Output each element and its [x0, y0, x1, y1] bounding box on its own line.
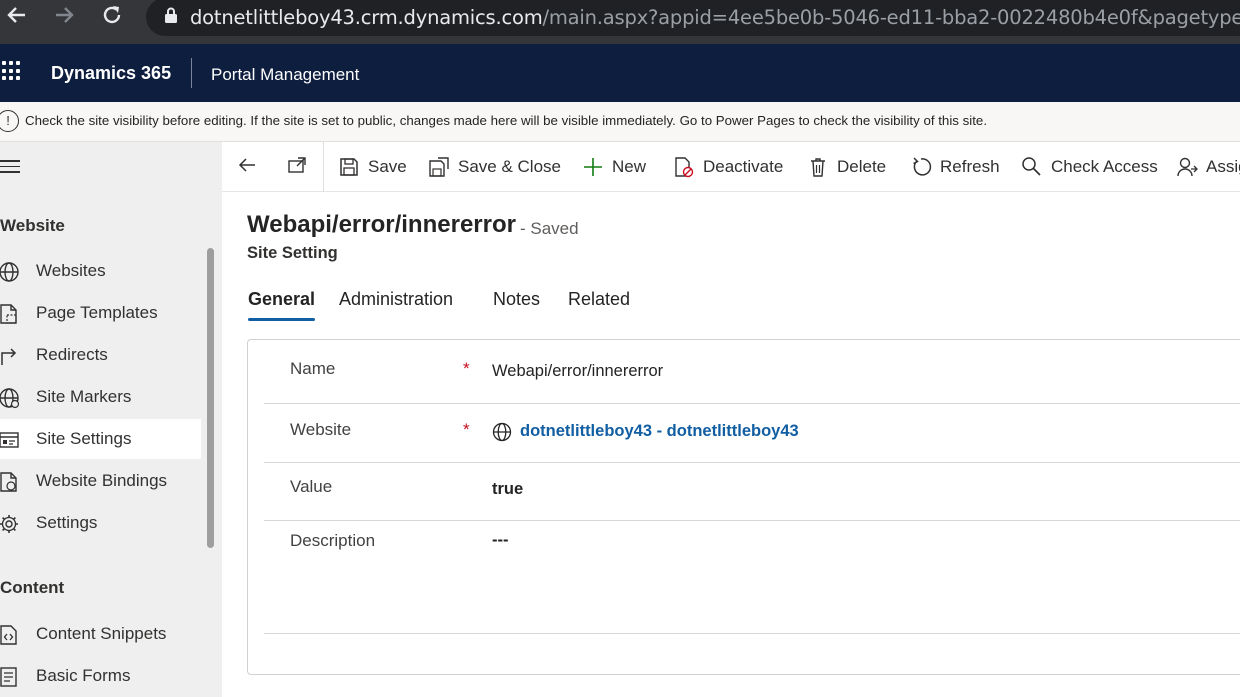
popout-icon	[286, 154, 308, 181]
hamburger-menu-icon[interactable]	[0, 160, 20, 176]
sidebar-item-page-templates[interactable]: Page Templates	[0, 293, 201, 333]
value-label: Value	[290, 477, 333, 496]
globe-icon	[0, 387, 20, 409]
group-title-content: Content	[0, 578, 65, 597]
record-title: Webapi/error/innererror	[247, 211, 516, 238]
save-and-close-button[interactable]: Save & Close	[428, 150, 561, 184]
save-close-icon	[428, 156, 450, 178]
save-status: - Saved	[520, 219, 579, 238]
description-label: Description	[290, 531, 376, 550]
back-arrow-icon	[236, 154, 258, 181]
sidebar-item-site-markers[interactable]: Site Markers	[0, 377, 201, 417]
sidebar-item-label: Websites	[36, 261, 106, 280]
sidebar-item-content-snippets[interactable]: Content Snippets	[0, 614, 201, 654]
gear-icon	[0, 513, 20, 535]
new-button[interactable]: New	[582, 150, 646, 184]
sidebar-item-settings[interactable]: Settings	[0, 503, 201, 543]
back-arrow-icon[interactable]	[2, 0, 32, 30]
refresh-button[interactable]: Refresh	[910, 150, 1000, 184]
value-field[interactable]: true	[492, 480, 523, 499]
deactivate-icon	[673, 156, 695, 178]
sidebar-item-label: Content Snippets	[36, 624, 167, 643]
sidebar-item-label: Site Settings	[36, 429, 132, 448]
lock-icon	[164, 7, 178, 28]
notification-text: Check the site visibility before editing…	[25, 113, 988, 128]
sidebar-item-websites[interactable]: Websites	[0, 251, 201, 291]
form-icon	[0, 666, 20, 688]
name-field[interactable]: Webapi/error/innererror	[492, 362, 663, 381]
sidebar-item-website-bindings[interactable]: Website Bindings	[0, 461, 201, 501]
header-divider	[191, 58, 192, 88]
sidebar-item-label: Page Templates	[36, 303, 158, 322]
magnifier-icon	[1021, 156, 1043, 178]
back-button[interactable]	[236, 150, 258, 184]
check-access-button[interactable]: Check Access	[1021, 150, 1158, 184]
entity-name: Site Setting	[247, 244, 338, 262]
brand-title[interactable]: Dynamics 365	[51, 63, 171, 84]
command-divider	[323, 142, 324, 192]
row-divider	[264, 520, 1240, 521]
assign-button[interactable]: Assig	[1176, 150, 1240, 184]
name-label: Name	[290, 359, 336, 378]
sidebar-item-site-settings[interactable]: Site Settings	[0, 419, 201, 459]
globe-icon	[0, 261, 20, 283]
required-indicator: *	[463, 420, 470, 439]
sidebar-item-redirects[interactable]: Redirects	[0, 335, 201, 375]
browser-toolbar: dotnetlittleboy43.crm.dynamics.com/main.…	[0, 0, 1240, 44]
website-label: Website	[290, 420, 352, 439]
trash-icon	[807, 156, 829, 178]
save-icon	[338, 156, 360, 178]
sidebar-scrollbar[interactable]	[207, 248, 214, 548]
globe-icon	[492, 422, 512, 442]
reload-icon[interactable]	[97, 0, 127, 30]
url-text: dotnetlittleboy43.crm.dynamics.com/main.…	[190, 5, 1240, 29]
sidebar-item-label: Redirects	[36, 345, 108, 364]
delete-button[interactable]: Delete	[807, 150, 886, 184]
plus-icon	[582, 156, 604, 178]
tab-related[interactable]: Related	[568, 289, 630, 310]
sidebar-item-label: Site Markers	[36, 387, 132, 406]
sidebar-item-label: Settings	[36, 513, 98, 532]
group-title-website: Website	[0, 216, 65, 235]
general-section-card	[247, 339, 1240, 675]
tab-general[interactable]: General	[248, 289, 315, 310]
sidebar-item-label: Website Bindings	[36, 471, 168, 490]
refresh-icon	[910, 156, 932, 178]
row-divider	[264, 633, 1240, 634]
tab-administration[interactable]: Administration	[339, 289, 453, 310]
redirect-icon	[0, 345, 20, 367]
site-settings-icon	[0, 429, 20, 451]
sidebar-item-basic-forms[interactable]: Basic Forms	[0, 656, 201, 696]
active-tab-indicator	[248, 318, 315, 321]
app-launcher-icon[interactable]	[2, 61, 22, 81]
deactivate-button[interactable]: Deactivate	[673, 150, 783, 184]
website-lookup-link[interactable]: dotnetlittleboy43 - dotnetlittleboy43	[520, 422, 799, 441]
website-binding-icon	[0, 471, 20, 493]
address-bar[interactable]: dotnetlittleboy43.crm.dynamics.com/main.…	[146, 0, 1240, 36]
row-divider	[264, 403, 1240, 404]
description-field[interactable]: ---	[492, 531, 508, 550]
page-template-icon	[0, 303, 20, 325]
row-divider	[264, 462, 1240, 463]
required-indicator: *	[463, 359, 470, 378]
person-icon	[1176, 156, 1198, 178]
snippet-icon	[0, 624, 20, 646]
save-button[interactable]: Save	[338, 150, 407, 184]
app-name[interactable]: Portal Management	[211, 65, 359, 85]
tab-notes[interactable]: Notes	[493, 289, 540, 310]
app-header	[0, 44, 1240, 102]
open-in-new-window-button[interactable]	[286, 150, 308, 184]
forward-arrow-icon[interactable]	[49, 0, 79, 30]
sidebar-item-label: Basic Forms	[36, 666, 131, 685]
